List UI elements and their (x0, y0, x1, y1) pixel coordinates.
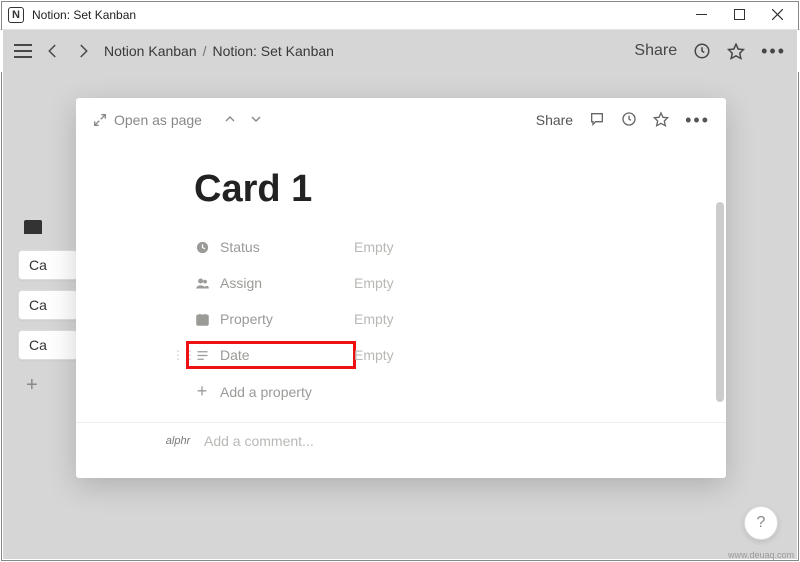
add-property-label: Add a property (220, 384, 312, 400)
window-close-button[interactable] (768, 6, 786, 24)
avatar: alphr (164, 435, 192, 447)
property-name: Property (220, 311, 273, 327)
help-button[interactable]: ? (744, 506, 778, 540)
property-name: Assign (220, 275, 262, 291)
watermark: www.deuaq.com (728, 550, 794, 560)
property-value[interactable]: Empty (354, 275, 394, 291)
window-maximize-button[interactable] (730, 6, 748, 24)
divider (76, 422, 726, 423)
window-titlebar: N Notion: Set Kanban (0, 0, 800, 30)
app-icon: N (8, 7, 24, 23)
drag-handle-icon[interactable]: ⋮⋮ (172, 348, 196, 362)
plus-icon: + (194, 381, 210, 402)
assign-icon (194, 275, 210, 291)
status-icon (194, 239, 210, 255)
property-value[interactable]: Empty (354, 347, 394, 363)
modal-more-menu-icon[interactable]: ••• (685, 110, 710, 131)
add-card-button[interactable]: + (18, 370, 78, 401)
board-card[interactable]: Ca (18, 290, 78, 320)
modal-toolbar: Open as page Share ••• (76, 98, 726, 142)
background-board: Ca Ca Ca + (18, 220, 78, 401)
property-label[interactable]: Property (194, 311, 354, 327)
page-title[interactable]: Card 1 (194, 168, 726, 211)
property-row[interactable]: ⋮⋮AssignEmpty (194, 265, 726, 301)
property-row[interactable]: ⋮⋮StatusEmpty (194, 229, 726, 265)
window-title: Notion: Set Kanban (32, 8, 136, 22)
board-card[interactable]: Ca (18, 330, 78, 360)
property-label[interactable]: Assign (194, 275, 354, 291)
board-card[interactable]: Ca (18, 250, 78, 280)
prev-page-button[interactable] (222, 111, 238, 130)
expand-icon (92, 112, 108, 128)
date-cal-icon (194, 311, 210, 327)
comments-icon[interactable] (589, 111, 605, 130)
add-property-button[interactable]: + Add a property (194, 375, 726, 408)
property-label[interactable]: Status (194, 239, 354, 255)
modal-share-button[interactable]: Share (536, 112, 573, 128)
favorite-star-icon[interactable] (653, 111, 669, 130)
property-row[interactable]: ⋮⋮PropertyEmpty (194, 301, 726, 337)
property-row[interactable]: ⋮⋮DateEmpty (194, 337, 726, 373)
inbox-icon (24, 220, 42, 234)
property-label[interactable]: Date (188, 343, 354, 367)
comment-placeholder: Add a comment... (204, 433, 314, 449)
property-name: Date (220, 347, 250, 363)
property-value[interactable]: Empty (354, 311, 394, 327)
property-value[interactable]: Empty (354, 239, 394, 255)
text-icon (194, 347, 210, 363)
updates-clock-icon[interactable] (621, 111, 637, 130)
modal-body: Card 1 ⋮⋮StatusEmpty⋮⋮AssignEmpty⋮⋮Prope… (76, 142, 726, 478)
page-modal: Open as page Share ••• Card 1 ⋮⋮ Status Em… (76, 98, 726, 478)
open-as-page-label: Open as page (114, 112, 202, 128)
comment-input-row[interactable]: alphr Add a comment... (164, 433, 726, 449)
open-as-page-button[interactable]: Open as page (92, 112, 202, 128)
next-page-button[interactable] (248, 111, 264, 130)
property-name: Status (220, 239, 260, 255)
window-minimize-button[interactable] (692, 6, 710, 24)
